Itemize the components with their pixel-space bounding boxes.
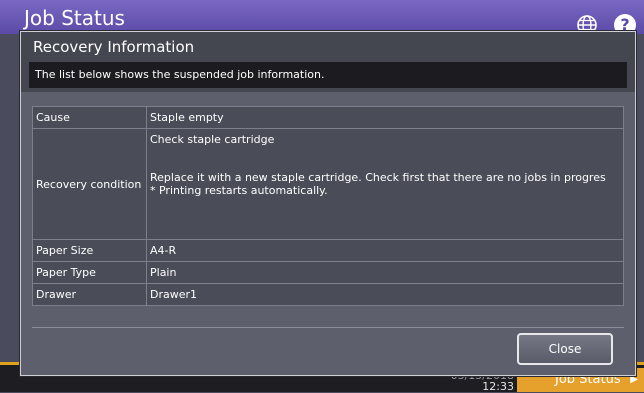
job-info-table: Cause Staple empty Recovery condition Ch… <box>32 106 624 306</box>
table-row-recovery-condition: Recovery condition Check staple cartridg… <box>32 128 624 240</box>
dialog-message: The list below shows the suspended job i… <box>29 62 627 88</box>
drawer-label: Drawer <box>32 283 147 306</box>
table-row-cause: Cause Staple empty <box>32 106 624 129</box>
cause-value: Staple empty <box>146 106 624 129</box>
dialog-content-panel: Cause Staple empty Recovery condition Ch… <box>21 92 635 375</box>
table-row-paper-size: Paper Size A4-R <box>32 239 624 262</box>
dialog-divider <box>32 327 624 328</box>
cause-label: Cause <box>32 106 147 129</box>
paper-type-label: Paper Type <box>32 261 147 284</box>
recovery-condition-label: Recovery condition <box>32 128 147 240</box>
paper-type-value: Plain <box>146 261 624 284</box>
paper-size-label: Paper Size <box>32 239 147 262</box>
paper-size-value: A4-R <box>146 239 624 262</box>
recovery-line-3: * Printing restarts automatically. <box>150 184 328 197</box>
clock-time: 12:33 <box>482 380 514 393</box>
app-title: Job Status <box>24 6 125 30</box>
recovery-line-1: Check staple cartridge <box>150 133 275 146</box>
table-row-paper-type: Paper Type Plain <box>32 261 624 284</box>
recovery-information-dialog: Recovery Information The list below show… <box>20 31 636 376</box>
recovery-condition-value: Check staple cartridge Replace it with a… <box>146 128 624 240</box>
drawer-value: Drawer1 <box>146 283 624 306</box>
close-button[interactable]: Close <box>517 333 613 365</box>
recovery-line-2: Replace it with a new staple cartridge. … <box>150 171 606 184</box>
table-row-drawer: Drawer Drawer1 <box>32 283 624 306</box>
dialog-title: Recovery Information <box>33 38 195 56</box>
